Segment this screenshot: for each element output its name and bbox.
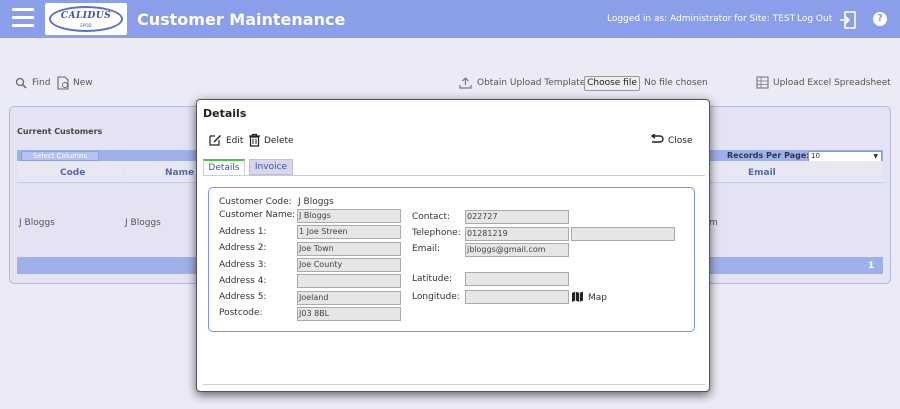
address3-label: Address 3: bbox=[219, 260, 267, 270]
longitude-label: Longitude: bbox=[412, 292, 460, 302]
logo-text: CALIDUS bbox=[60, 11, 112, 21]
table-cell-name[interactable]: J Bloggs bbox=[125, 218, 161, 228]
address2-field[interactable]: Joe Town bbox=[297, 242, 401, 256]
latitude-label: Latitude: bbox=[412, 274, 453, 284]
address1-label: Address 1: bbox=[219, 227, 267, 237]
customer-name-field[interactable]: J Bloggs bbox=[297, 209, 401, 223]
page-number[interactable]: 1 bbox=[868, 261, 874, 271]
address4-field[interactable] bbox=[297, 274, 401, 288]
address1-field[interactable]: 1 Joe Streen bbox=[297, 225, 401, 239]
longitude-field[interactable] bbox=[465, 290, 569, 304]
page-title: Customer Maintenance bbox=[137, 10, 346, 29]
email-label: Email: bbox=[412, 244, 441, 254]
telephone-field[interactable]: 01281219 bbox=[465, 227, 569, 241]
logo-subtext: EPOD bbox=[80, 23, 92, 28]
address5-label: Address 5: bbox=[219, 292, 267, 302]
tab-details[interactable]: Details bbox=[203, 159, 245, 175]
column-label-code: Code bbox=[60, 168, 86, 178]
records-per-page-value: 10 bbox=[811, 152, 820, 160]
upload-icon[interactable] bbox=[459, 76, 472, 89]
map-link[interactable]: Map bbox=[588, 293, 607, 303]
top-bar: CALIDUS EPOD Customer Maintenance Logged… bbox=[0, 0, 900, 38]
select-columns-button[interactable]: Select Columns bbox=[21, 151, 99, 161]
help-icon[interactable]: ? bbox=[873, 12, 887, 26]
customer-code-label: Customer Code: bbox=[219, 197, 292, 207]
tab-divider bbox=[203, 175, 705, 176]
close-button[interactable]: Close bbox=[668, 136, 693, 146]
address5-field[interactable]: Joeland bbox=[297, 291, 401, 305]
telephone2-field[interactable] bbox=[571, 227, 675, 241]
table-cell-email[interactable]: m bbox=[709, 218, 718, 228]
undo-arrow-icon[interactable] bbox=[650, 134, 664, 146]
new-document-icon[interactable] bbox=[57, 76, 70, 90]
contact-label: Contact: bbox=[412, 212, 451, 222]
delete-button[interactable]: Delete bbox=[264, 136, 294, 146]
details-form bbox=[208, 187, 695, 332]
address2-label: Address 2: bbox=[219, 243, 267, 253]
contact-field[interactable]: 022727 bbox=[465, 210, 569, 224]
panel-title: Current Customers bbox=[17, 127, 103, 136]
table-cell-code[interactable]: J Bloggs bbox=[19, 218, 55, 228]
column-header-email[interactable] bbox=[700, 161, 883, 183]
column-label-name: Name bbox=[165, 168, 195, 178]
chevron-down-icon: ▼ bbox=[873, 153, 878, 160]
find-button[interactable]: Find bbox=[32, 78, 50, 88]
map-icon[interactable] bbox=[571, 290, 584, 303]
customer-name-label: Customer Name: bbox=[219, 210, 296, 220]
address3-field[interactable]: Joe County bbox=[297, 258, 401, 272]
customer-code-value: J Bloggs bbox=[298, 197, 334, 207]
details-modal: Details Edit Delete Close Details Invoic… bbox=[196, 99, 710, 392]
email-field[interactable]: jbloggs@gmail.com bbox=[465, 243, 569, 257]
hamburger-menu-icon[interactable] bbox=[12, 8, 34, 28]
column-label-email: Email bbox=[748, 168, 776, 178]
modal-footer-divider bbox=[203, 384, 705, 385]
postcode-label: Postcode: bbox=[219, 308, 263, 318]
logout-link[interactable]: Log Out bbox=[797, 14, 832, 24]
excel-upload-icon[interactable] bbox=[756, 76, 769, 89]
upload-excel-link[interactable]: Upload Excel Spreadsheet bbox=[773, 78, 891, 88]
logo: CALIDUS EPOD bbox=[45, 3, 127, 35]
no-file-chosen-text: No file chosen bbox=[644, 78, 708, 88]
records-per-page-label: Records Per Page: bbox=[727, 151, 810, 160]
telephone-label: Telephone: bbox=[412, 228, 461, 238]
address4-label: Address 4: bbox=[219, 276, 267, 286]
postcode-field[interactable]: J03 8BL bbox=[297, 307, 401, 321]
new-button[interactable]: New bbox=[73, 78, 93, 88]
edit-icon[interactable] bbox=[208, 133, 222, 147]
logout-door-icon[interactable] bbox=[838, 10, 858, 30]
search-icon[interactable] bbox=[15, 77, 27, 89]
latitude-field[interactable] bbox=[465, 272, 569, 286]
tab-invoice[interactable]: Invoice bbox=[249, 159, 293, 175]
trash-icon[interactable] bbox=[248, 133, 261, 147]
choose-file-button[interactable]: Choose file bbox=[584, 76, 640, 91]
edit-button[interactable]: Edit bbox=[226, 136, 243, 146]
logged-in-status: Logged in as: Administrator for Site: TE… bbox=[607, 14, 796, 24]
obtain-template-link[interactable]: Obtain Upload Template bbox=[477, 78, 585, 88]
modal-title: Details bbox=[203, 107, 247, 120]
